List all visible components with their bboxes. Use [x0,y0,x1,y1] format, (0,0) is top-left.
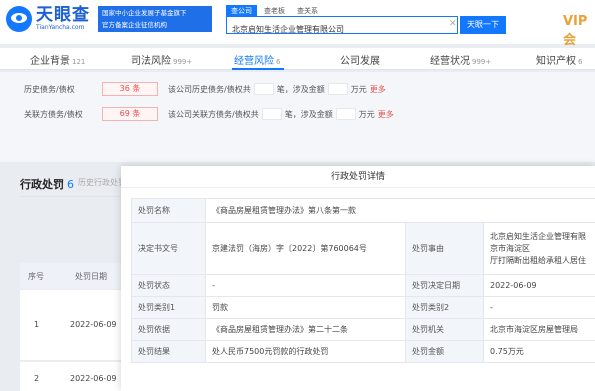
more-link[interactable]: 更多 [378,109,394,120]
value-result: 处人民币7500元罚款的行政处罚 [205,340,406,363]
history-penalty-link[interactable]: 历史行政处罚 [78,177,126,188]
summary-blank [335,108,356,120]
cause-line: 北京启知生活企业管理有限 [490,231,586,241]
nav-tab-operations[interactable]: 经营状况 999+ [430,52,491,67]
label-doc-number: 决定书文号 [131,222,206,275]
summary-count[interactable]: 36 条 [102,82,158,96]
summary-label: 历史债务/债权 [24,84,75,94]
logo-title: 天眼查 [36,5,90,25]
summary-blank [261,108,282,120]
top-header: 天眼查 TianYancha.com 国家中小企业发展子基金旗下 官方备案企业征… [0,0,595,48]
clear-icon[interactable]: ✕ [449,19,457,29]
value-status: - [205,274,406,297]
nav-tab-background[interactable]: 企业背景 121 [30,52,85,67]
penalty-detail-table: 处罚名称 《商品房屋租赁管理办法》第八条第一款 决定书文号 京建法罚（海房）字〔… [131,198,595,363]
row-index: 1 [34,320,40,329]
logo-domain: TianYancha.com [36,24,85,31]
nav-tab-count: 6 [276,58,281,66]
column-header-date: 处罚日期 [75,272,107,281]
value-amount: 0.75万元 [483,340,595,363]
section-count: 6 [67,178,74,191]
cause-line: 厅打隔断出租给承租人居住 [490,255,586,265]
value-penalty-cause: 北京启知生活企业管理有限 京市海淀区 厅打隔断出租给承租人居住 [483,222,595,275]
label-amount: 处罚金额 [405,340,484,363]
row-date: 2022-06-09 [70,374,117,383]
nav-tab-judicial-risk[interactable]: 司法风险 999+ [131,52,192,67]
label-authority: 处罚机关 [405,318,484,341]
summary-text: 该公司关联方债务/债权共 [168,109,259,119]
summary-row-related-debt: 关联方债务/债权 69 条 该公司关联方债务/债权共 笔，涉及金额 万元 更多 [24,107,394,121]
table-row[interactable]: 2 2022-06-09 [20,361,130,391]
summary-text: 笔，涉及金额 [276,84,325,94]
badge-line-2: 官方备案企业征信机构 [102,21,167,29]
row-index: 2 [34,374,40,383]
nav-tab-count: 6 [578,58,583,66]
label-penalty-name: 处罚名称 [131,198,206,223]
modal-title: 行政处罚详情 [121,166,595,188]
cause-line: 京市海淀区 [490,243,530,253]
label-status: 处罚状态 [131,274,206,297]
eye-logo-icon [6,6,32,32]
summary-count[interactable]: 69 条 [102,107,158,121]
nav-tab-label: 司法风险 [131,56,171,67]
search-button[interactable]: 天眼一下 [460,16,506,34]
tianyancha-logo[interactable]: 天眼查 TianYancha.com [6,6,90,32]
vip-link[interactable]: VIP会 [563,14,595,48]
label-type-2: 处罚类别2 [405,296,484,319]
summary-blank [253,83,274,95]
nav-tab-count: 121 [72,58,86,66]
summary-text: 万元 [358,109,375,119]
summary-text: 万元 [350,84,367,94]
section-title-text: 行政处罚 [20,178,64,191]
summary-text: 该公司历史债务/债权共 [168,84,251,94]
value-basis: 《商品房屋租赁管理办法》第二十二条 [205,318,406,341]
search-input[interactable] [227,21,447,38]
official-badge: 国家中小企业发展子基金旗下 官方备案企业征信机构 [98,6,212,32]
active-tab-indicator [232,68,284,70]
badge-line-1: 国家中小企业发展子基金旗下 [102,9,187,17]
nav-tab-development[interactable]: 公司发展 [340,52,382,67]
summary-label: 关联方债务/债权 [24,109,83,119]
value-doc-number: 京建法罚（海房）字〔2022〕第760064号 [205,222,406,275]
nav-tab-label: 企业背景 [30,56,70,67]
search-box: ✕ [226,16,458,38]
nav-tab-label: 知识产权 [536,56,576,67]
nav-tab-label: 经营风险 [234,56,274,67]
section-title: 行政处罚 6 [20,176,74,192]
debt-summary-panel: 历史债务/债权 36 条 该公司历史债务/债权共 笔，涉及金额 万元 更多 关联… [0,72,595,162]
summary-blank [327,83,348,95]
row-date: 2022-06-09 [70,320,117,329]
nav-tab-ip[interactable]: 知识产权 6 [536,52,582,67]
nav-tab-label: 公司发展 [340,56,380,67]
nav-tab-count: 999+ [472,58,492,66]
dimension-nav: 企业背景 121 司法风险 999+ 经营风险 6 公司发展 经营状况 999+ 知识产… [0,48,595,70]
summary-row-history-debt: 历史债务/债权 36 条 该公司历史债务/债权共 笔，涉及金额 万元 更多 [24,82,386,96]
value-penalty-name: 《商品房屋租赁管理办法》第八条第一款 [205,198,595,223]
value-type-2: - [483,296,595,319]
nav-tab-operating-risk[interactable]: 经营风险 6 [234,52,280,67]
label-basis: 处罚依据 [131,318,206,341]
value-decision-date: 2022-06-09 [483,274,595,297]
column-header-index: 序号 [28,272,44,281]
nav-tab-count: 999+ [173,58,193,66]
label-decision-date: 处罚决定日期 [405,274,484,297]
table-row[interactable]: 1 2022-06-09 [20,290,130,360]
more-link[interactable]: 更多 [370,84,386,95]
nav-tab-label: 经营状况 [430,56,470,67]
label-type-1: 处罚类别1 [131,296,206,319]
value-authority: 北京市海淀区房屋管理局 [483,318,595,341]
label-penalty-cause: 处罚事由 [405,222,484,275]
table-header: 序号 处罚日期 [20,263,130,289]
penalty-detail-modal: 行政处罚详情 处罚名称 《商品房屋租赁管理办法》第八条第一款 决定书文号 京建法… [121,166,595,391]
label-result: 处罚结果 [131,340,206,363]
value-type-1: 罚款 [205,296,406,319]
summary-text: 笔，涉及金额 [284,109,333,119]
